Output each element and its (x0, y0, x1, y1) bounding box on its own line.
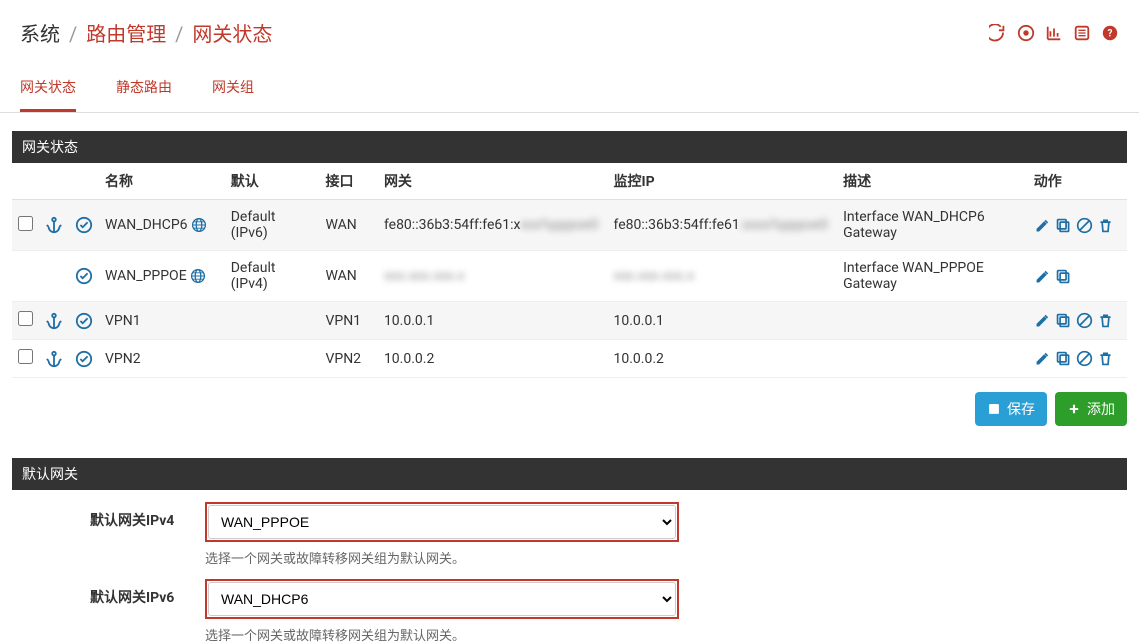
col-monitor: 监控IP (608, 163, 838, 200)
status-ok-icon (75, 350, 93, 368)
disable-icon[interactable] (1076, 312, 1094, 330)
cell-default: Default (IPv4) (225, 251, 320, 302)
help-icon[interactable] (1101, 24, 1119, 42)
col-iface: 接口 (319, 163, 377, 200)
default-ipv4-help: 选择一个网关或故障转移网关组为默认网关。 (205, 548, 679, 567)
cell-default (225, 302, 320, 340)
breadcrumb-leaf[interactable]: 网关状态 (192, 22, 272, 46)
default-ipv6-help: 选择一个网关或故障转移网关组为默认网关。 (205, 625, 679, 644)
table-row: VPN2 VPN210.0.0.210.0.0.2 (12, 340, 1127, 378)
cell-iface: WAN (319, 251, 377, 302)
header-toolbar (989, 24, 1119, 42)
col-name: 名称 (99, 163, 225, 200)
cell-name: VPN2 (99, 340, 225, 378)
disable-icon[interactable] (1076, 216, 1094, 234)
cell-desc (837, 302, 1028, 340)
breadcrumb-mid[interactable]: 路由管理 (86, 22, 166, 46)
col-desc: 描述 (837, 163, 1028, 200)
row-checkbox[interactable] (18, 349, 33, 364)
row-checkbox[interactable] (18, 216, 33, 231)
cell-gateway: xxx.xxx.xxx.x (378, 251, 608, 302)
copy-icon[interactable] (1055, 267, 1073, 285)
button-row: 保存 添加 (0, 378, 1139, 440)
col-default: 默认 (225, 163, 320, 200)
copy-icon[interactable] (1055, 216, 1073, 234)
cell-gateway: 10.0.0.1 (378, 302, 608, 340)
default-ipv4-row: 默认网关IPv4 WAN_PPPOE 选择一个网关或故障转移网关组为默认网关。 (12, 490, 1127, 567)
default-ipv6-label: 默认网关IPv6 (20, 579, 205, 607)
panel-title: 网关状态 (12, 131, 1127, 163)
refresh-icon[interactable] (989, 24, 1007, 42)
cell-name: VPN1 (99, 302, 225, 340)
copy-icon[interactable] (1055, 350, 1073, 368)
delete-icon[interactable] (1097, 350, 1115, 368)
default-panel-title: 默认网关 (12, 458, 1127, 490)
tab-1[interactable]: 静态路由 (116, 77, 172, 112)
tab-2[interactable]: 网关组 (212, 77, 254, 112)
cell-default (225, 340, 320, 378)
cell-gateway: 10.0.0.2 (378, 340, 608, 378)
cell-monitor: 10.0.0.2 (608, 340, 838, 378)
cell-iface: VPN1 (319, 302, 377, 340)
cell-name: WAN_DHCP6 (99, 200, 225, 251)
delete-icon[interactable] (1097, 216, 1115, 234)
cell-monitor: 10.0.0.1 (608, 302, 838, 340)
gateway-table: 名称 默认 接口 网关 监控IP 描述 动作 WAN_DHCP6 Default… (12, 163, 1127, 378)
gateway-status-panel: 网关状态 名称 默认 接口 网关 监控IP 描述 动作 WAN_DHCP6 De… (12, 131, 1127, 378)
table-row: WAN_DHCP6 Default (IPv6)WANfe80::36b3:54… (12, 200, 1127, 251)
status-ok-icon (75, 267, 93, 285)
plus-icon (1067, 402, 1081, 416)
cell-gateway: fe80::36b3:54ff:fe61:xxxx%pppoe0 (378, 200, 608, 251)
anchor-icon[interactable] (45, 350, 63, 368)
page-header: 系统 / 路由管理 / 网关状态 (0, 0, 1139, 61)
save-icon (987, 402, 1001, 416)
add-button[interactable]: 添加 (1055, 392, 1127, 426)
disable-icon[interactable] (1076, 350, 1094, 368)
edit-icon[interactable] (1034, 267, 1052, 285)
cell-monitor: fe80::36b3:54ff:fe61:xxxx%pppoe0 (608, 200, 838, 251)
anchor-icon[interactable] (45, 216, 63, 234)
cell-iface: WAN (319, 200, 377, 251)
table-row: VPN1 VPN110.0.0.110.0.0.1 (12, 302, 1127, 340)
breadcrumb-root[interactable]: 系统 (20, 22, 60, 46)
default-ipv6-select[interactable]: WAN_DHCP6 (208, 582, 676, 616)
cell-monitor: xxx.xxx.xxx.x (608, 251, 838, 302)
cell-name: WAN_PPPOE (99, 251, 225, 302)
table-row: WAN_PPPOE Default (IPv4)WANxxx.xxx.xxx.x… (12, 251, 1127, 302)
copy-icon[interactable] (1055, 312, 1073, 330)
cell-desc (837, 340, 1028, 378)
cell-iface: VPN2 (319, 340, 377, 378)
tab-0[interactable]: 网关状态 (20, 77, 76, 112)
globe-icon (190, 268, 206, 284)
stop-icon[interactable] (1017, 24, 1035, 42)
globe-icon (191, 217, 207, 233)
default-ipv4-select[interactable]: WAN_PPPOE (208, 505, 676, 539)
cell-desc: Interface WAN_PPPOE Gateway (837, 251, 1028, 302)
status-ok-icon (75, 216, 93, 234)
edit-icon[interactable] (1034, 312, 1052, 330)
chart-icon[interactable] (1045, 24, 1063, 42)
anchor-icon[interactable] (45, 312, 63, 330)
status-ok-icon (75, 312, 93, 330)
default-gateway-panel: 默认网关 默认网关IPv4 WAN_PPPOE 选择一个网关或故障转移网关组为默… (12, 458, 1127, 644)
cell-desc: Interface WAN_DHCP6 Gateway (837, 200, 1028, 251)
col-actions: 动作 (1028, 163, 1127, 200)
default-ipv6-row: 默认网关IPv6 WAN_DHCP6 选择一个网关或故障转移网关组为默认网关。 (12, 567, 1127, 644)
edit-icon[interactable] (1034, 216, 1052, 234)
col-gateway: 网关 (378, 163, 608, 200)
cell-default: Default (IPv6) (225, 200, 320, 251)
delete-icon[interactable] (1097, 312, 1115, 330)
row-checkbox[interactable] (18, 311, 33, 326)
edit-icon[interactable] (1034, 350, 1052, 368)
log-icon[interactable] (1073, 24, 1091, 42)
tabs: 网关状态 静态路由 网关组 (0, 61, 1139, 113)
breadcrumb: 系统 / 路由管理 / 网关状态 (20, 18, 272, 47)
save-button[interactable]: 保存 (975, 392, 1047, 426)
default-ipv4-label: 默认网关IPv4 (20, 502, 205, 530)
